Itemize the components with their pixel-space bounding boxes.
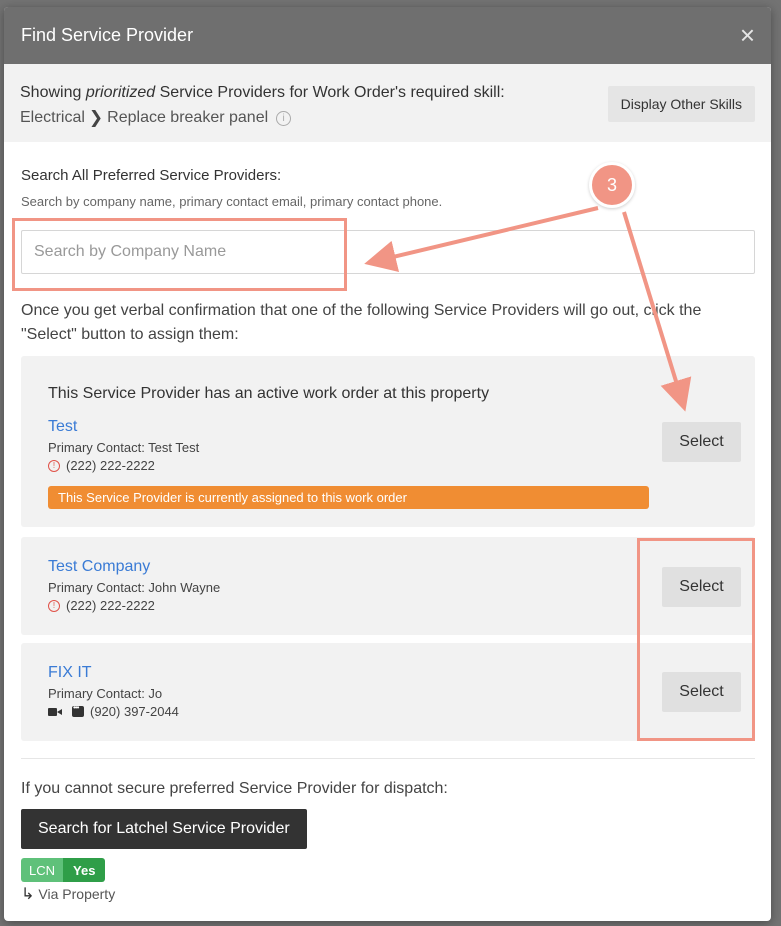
skill-bar: Showing prioritized Service Providers fo…	[4, 64, 771, 142]
phone-number: (222) 222-2222	[66, 458, 155, 473]
provider-card: FIX IT Primary Contact: Jo (920) 397-204…	[21, 643, 755, 741]
primary-contact: Primary Contact: Jo	[48, 686, 163, 701]
select-button[interactable]: Select	[662, 672, 741, 712]
phone-number: (920) 397-2044	[90, 704, 179, 719]
phone-number: (222) 222-2222	[66, 598, 155, 613]
video-camera-icon	[48, 707, 62, 717]
skill-heading-prefix: Showing	[20, 84, 86, 101]
provider-card: This Service Provider has an active work…	[21, 356, 755, 527]
skill-heading-emphasis: prioritized	[85, 84, 156, 101]
chevron-right-icon: ❯	[88, 108, 104, 127]
phone-row: (920) 397-2044	[48, 703, 179, 719]
find-service-provider-modal: Find Service Provider × Showing prioriti…	[4, 7, 771, 921]
fallback-text: If you cannot secure preferred Service P…	[21, 780, 448, 797]
modal-title: Find Service Provider	[21, 25, 194, 45]
lcn-toggle[interactable]: LCN Yes	[21, 858, 106, 882]
modal-header: Find Service Provider ×	[4, 7, 771, 64]
provider-card: Test Company Primary Contact: John Wayne…	[21, 537, 755, 635]
provider-name-link[interactable]: Test Company	[48, 558, 150, 576]
instructions-text: Once you get verbal confirmation that on…	[21, 302, 702, 343]
display-other-skills-button[interactable]: Display Other Skills	[607, 86, 755, 122]
via-property-label: Via Property	[38, 886, 116, 902]
search-section: Search All Preferred Service Providers: …	[21, 167, 755, 274]
phone-row: ! (222) 222-2222	[48, 598, 155, 613]
alert-icon: !	[48, 459, 60, 472]
primary-contact: Primary Contact: John Wayne	[48, 580, 221, 595]
assigned-banner: This Service Provider is currently assig…	[48, 486, 649, 509]
select-button[interactable]: Select	[662, 567, 741, 607]
via-property: ↳ Via Property	[21, 884, 115, 904]
step-number-badge: 3	[589, 162, 635, 208]
close-icon[interactable]: ×	[740, 22, 755, 48]
skill-category: Electrical	[20, 109, 85, 126]
select-button[interactable]: Select	[662, 422, 741, 462]
search-label: Search All Preferred Service Providers:	[21, 167, 282, 184]
skill-task: Replace breaker panel	[107, 109, 269, 126]
primary-contact: Primary Contact: Test Test	[48, 440, 200, 455]
skill-path: Electrical ❯ Replace breaker panel i	[20, 108, 292, 128]
alert-icon: !	[48, 599, 60, 612]
search-help-text: Search by company name, primary contact …	[21, 194, 443, 209]
info-icon[interactable]: i	[276, 110, 292, 126]
skill-heading: Showing prioritized Service Providers fo…	[20, 84, 505, 102]
lcn-value: Yes	[63, 858, 106, 882]
active-work-order-notice: This Service Provider has an active work…	[48, 385, 490, 402]
company-search-input[interactable]	[21, 230, 755, 274]
skill-heading-suffix: Service Providers for Work Order's requi…	[155, 84, 505, 101]
chat-icon	[72, 703, 84, 717]
phone-row: ! (222) 222-2222	[48, 458, 155, 473]
divider	[21, 758, 755, 759]
provider-name-link[interactable]: Test	[48, 418, 77, 436]
provider-name-link[interactable]: FIX IT	[48, 664, 92, 682]
lcn-label: LCN	[21, 858, 64, 882]
turn-arrow-icon: ↳	[21, 886, 35, 903]
search-latchel-provider-button[interactable]: Search for Latchel Service Provider	[21, 809, 307, 849]
